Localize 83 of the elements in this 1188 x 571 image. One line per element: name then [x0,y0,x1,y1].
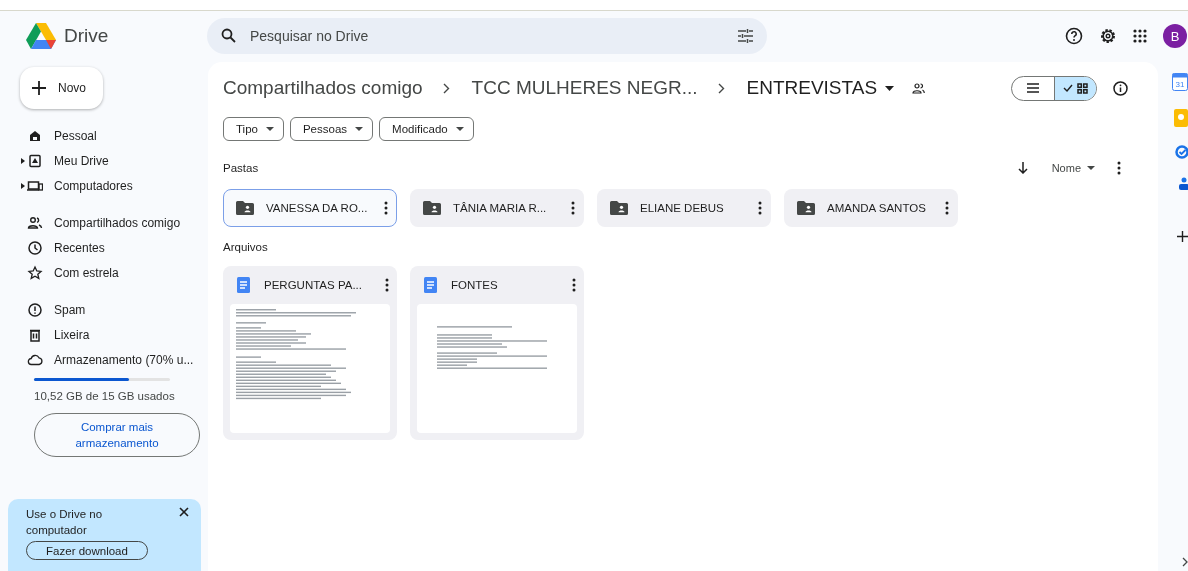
sort-button[interactable]: Nome [1051,162,1095,174]
promo-text: Use o Drive no computador [26,507,104,538]
drive-logo-icon[interactable] [26,23,56,49]
people-icon [912,82,926,94]
folder-card[interactable]: VANESSA DA RO... [223,189,397,227]
sidebar-item[interactable]: Computadores [0,173,208,198]
grid-icon [1077,82,1088,94]
sidebar-item[interactable]: Com estrela [0,260,208,285]
star-icon [27,264,43,281]
file-card[interactable]: PERGUNTAS PA... [223,266,397,440]
caret-icon [455,127,464,131]
breadcrumb-item[interactable]: ENTREVISTAS [746,77,878,99]
folder-name: TÂNIA MARIA R... [453,202,548,214]
folder-card[interactable]: TÂNIA MARIA R... [410,189,584,227]
check-icon [1063,84,1073,92]
search-icon [221,28,236,43]
dropdown-icon[interactable] [885,85,895,91]
clock-icon [27,239,43,256]
chevron-icon[interactable] [1182,557,1188,567]
chevron-icon [717,82,725,94]
caret-icon [355,127,364,131]
filter-chip[interactable]: Pessoas [289,117,374,141]
chevron-icon [442,82,450,94]
sort-direction-icon[interactable] [1017,162,1028,174]
more-icon[interactable] [758,201,762,215]
new-button[interactable]: Novo [20,67,103,109]
more-icon[interactable] [385,278,389,292]
breadcrumb-item[interactable]: Compartilhados comigo [223,77,423,99]
filter-chip[interactable]: Tipo [223,117,284,141]
people-icon [27,214,43,231]
folder-card[interactable]: ELIANE DEBUS [597,189,771,227]
file-name: PERGUNTAS PA... [264,279,363,291]
folder-name: VANESSA DA RO... [266,202,369,214]
app-name: Drive [64,25,109,47]
folder-name: AMANDA SANTOS [827,202,927,214]
shared-folder-icon [610,201,628,215]
more-icon[interactable] [572,278,576,292]
folder-card[interactable]: AMANDA SANTOS [784,189,958,227]
drive-icon [27,152,43,169]
file-card[interactable]: FONTES [410,266,584,440]
settings-icon[interactable] [1099,27,1117,45]
sidebar-item[interactable]: Armazenamento (70% u... [0,347,208,372]
section-heading: Pastas [223,162,259,174]
expand-icon[interactable] [21,182,26,189]
more-icon[interactable] [1117,161,1121,175]
tasks-icon[interactable] [1175,145,1188,159]
caret-icon [1087,166,1095,170]
close-icon[interactable] [179,507,189,517]
contacts-icon[interactable] [1178,177,1188,191]
shared-folder-icon [236,201,254,215]
breadcrumb-item[interactable]: TCC MULHERES NEGR... [471,77,698,99]
caret-icon [265,127,274,131]
sidebar-item[interactable]: Pessoal [0,123,208,148]
alert-icon [27,301,43,318]
plus-icon [32,81,46,95]
expand-icon[interactable] [21,157,26,164]
info-icon[interactable] [1113,80,1128,96]
section-heading: Arquivos [223,241,268,253]
sidebar-item[interactable]: Lixeira [0,322,208,347]
sidebar-item[interactable]: Spam [0,297,208,322]
file-name: FONTES [451,279,499,291]
more-icon[interactable] [945,201,949,215]
sidebar-item[interactable]: Recentes [0,235,208,260]
storage-text: 10,52 GB de 15 GB usados [34,390,176,402]
document-icon [237,277,250,293]
search-field[interactable]: Pesquisar no Drive [207,18,767,54]
filter-chip[interactable]: Modificado [379,117,474,141]
filter-options-icon[interactable] [738,29,753,43]
help-icon[interactable] [1065,27,1083,45]
shared-folder-icon [423,201,441,215]
add-icon[interactable] [1177,231,1188,242]
sidebar-item[interactable]: Meu Drive [0,148,208,173]
grid-view-button[interactable] [1054,76,1096,100]
sidebar-item[interactable]: Compartilhados comigo [0,210,208,235]
more-icon[interactable] [384,201,388,215]
calendar-icon[interactable]: 31 [1172,73,1188,91]
list-icon [1027,83,1039,93]
apps-grid-icon[interactable] [1133,29,1147,43]
more-icon[interactable] [571,201,575,215]
shared-folder-icon [797,201,815,215]
user-avatar[interactable]: B [1163,24,1187,48]
folder-name: ELIANE DEBUS [640,202,725,214]
document-icon [424,277,437,293]
